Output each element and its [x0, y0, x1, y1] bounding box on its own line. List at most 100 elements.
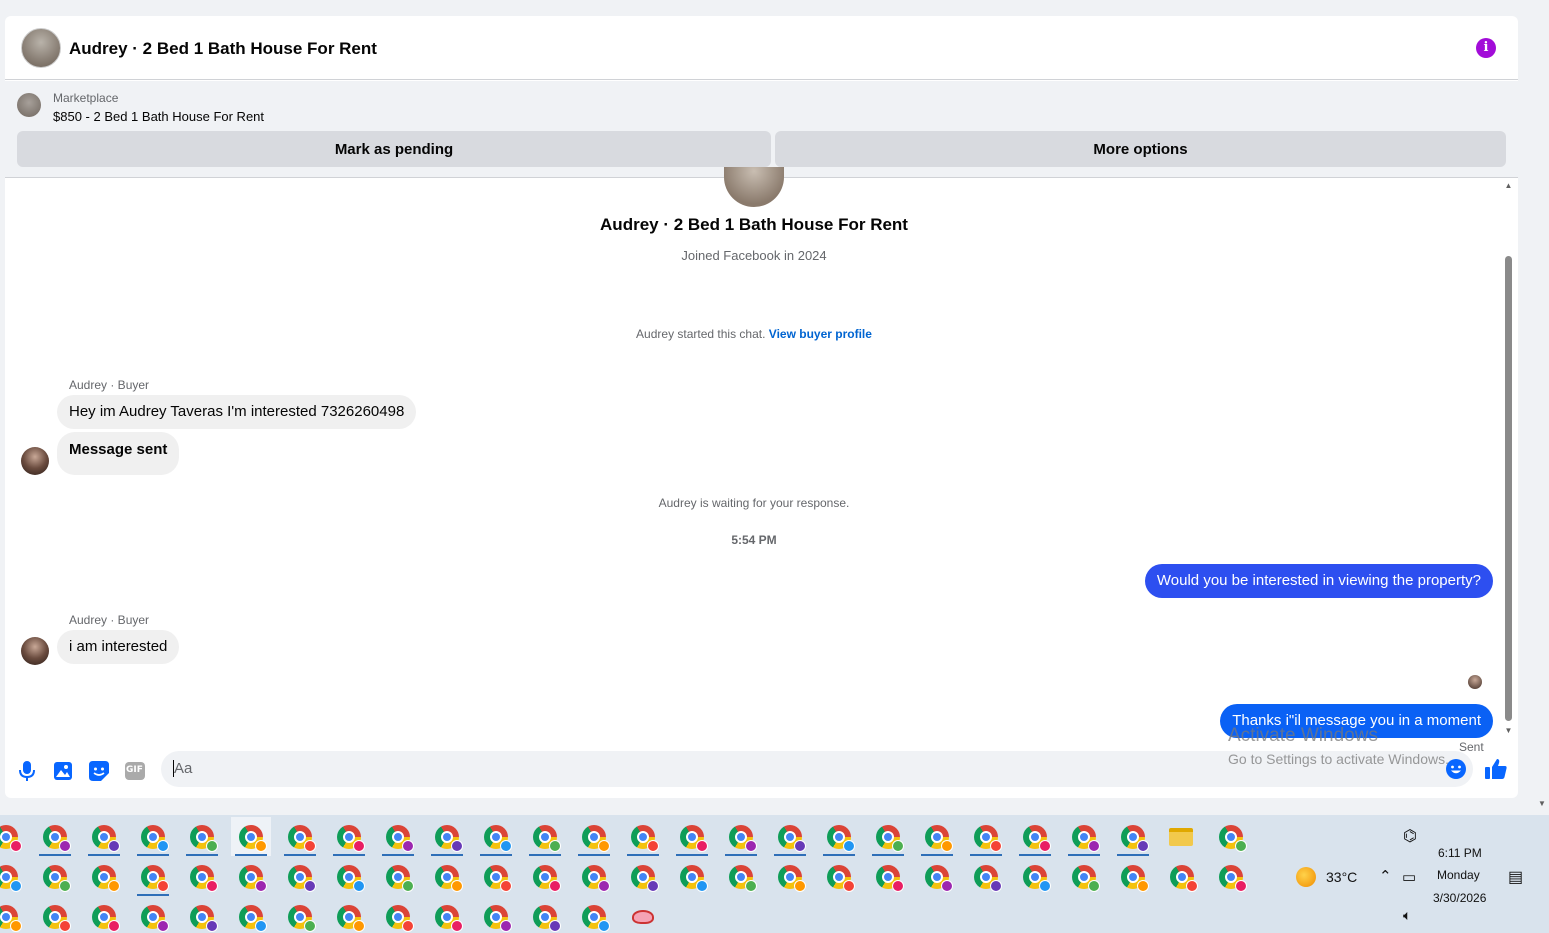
page-scroll-down-arrow-icon[interactable]: ▼ — [1538, 799, 1546, 808]
mark-as-pending-button[interactable]: Mark as pending — [17, 131, 771, 167]
scrollbar-thumb[interactable] — [1505, 256, 1512, 721]
chrome-browser-icon[interactable] — [427, 817, 467, 856]
chrome-browser-icon[interactable] — [0, 897, 26, 933]
chrome-browser-icon[interactable] — [770, 857, 810, 896]
chrome-browser-icon[interactable] — [917, 817, 957, 856]
microphone-icon[interactable] — [16, 760, 38, 782]
message-scrollbar[interactable]: ▲ ▼ — [1503, 181, 1514, 736]
chrome-browser-icon[interactable] — [1113, 817, 1153, 856]
chrome-browser-icon[interactable] — [525, 857, 565, 896]
chrome-browser-icon[interactable] — [574, 897, 614, 933]
chrome-browser-icon[interactable] — [476, 897, 516, 933]
chrome-browser-icon[interactable] — [280, 857, 320, 896]
chrome-browser-icon[interactable] — [1015, 857, 1055, 896]
more-options-button[interactable]: More options — [775, 131, 1506, 167]
app-icon[interactable] — [623, 897, 663, 933]
chrome-browser-icon[interactable] — [329, 857, 369, 896]
weather-icon[interactable] — [1296, 867, 1316, 887]
chrome-browser-icon[interactable] — [868, 857, 908, 896]
chrome-browser-icon[interactable] — [35, 897, 75, 933]
scroll-up-arrow-icon[interactable]: ▲ — [1504, 181, 1513, 190]
emoji-icon[interactable] — [1446, 759, 1466, 779]
profile-avatar[interactable] — [724, 167, 784, 207]
chrome-browser-icon[interactable] — [182, 817, 222, 856]
chrome-browser-icon[interactable] — [623, 817, 663, 856]
chrome-browser-icon[interactable] — [1064, 817, 1104, 856]
chrome-browser-icon[interactable] — [280, 897, 320, 933]
buyer-avatar[interactable] — [21, 637, 49, 665]
show-hidden-icons-chevron-icon[interactable]: ⌃ — [1379, 867, 1392, 885]
thumbs-up-icon[interactable] — [1484, 757, 1508, 781]
chrome-browser-icon[interactable] — [427, 857, 467, 896]
chrome-browser-icon[interactable] — [1015, 817, 1055, 856]
chrome-browser-icon[interactable] — [0, 857, 26, 896]
chrome-browser-icon[interactable] — [1211, 857, 1251, 896]
listing-price-title[interactable]: $850 - 2 Bed 1 Bath House For Rent — [53, 109, 264, 124]
chrome-browser-icon[interactable] — [378, 817, 418, 856]
chrome-browser-icon[interactable] — [525, 897, 565, 933]
chrome-browser-icon[interactable] — [35, 817, 75, 856]
chrome-browser-icon[interactable] — [1113, 857, 1153, 896]
chrome-browser-icon[interactable] — [819, 817, 859, 856]
chrome-browser-icon[interactable] — [35, 857, 75, 896]
chrome-browser-icon[interactable] — [182, 857, 222, 896]
chrome-browser-icon[interactable] — [329, 897, 369, 933]
chrome-browser-icon[interactable] — [672, 857, 712, 896]
gif-icon[interactable]: GIF — [124, 760, 146, 782]
chrome-browser-icon[interactable] — [966, 857, 1006, 896]
chrome-browser-icon[interactable] — [427, 897, 467, 933]
chat-title[interactable]: Audrey · 2 Bed 1 Bath House For Rent — [69, 39, 377, 59]
chrome-browser-icon[interactable] — [231, 817, 271, 856]
meet-now-icon[interactable]: ⌬ — [1403, 826, 1417, 846]
chrome-browser-icon[interactable] — [770, 817, 810, 856]
chrome-browser-icon[interactable] — [84, 817, 124, 856]
chrome-browser-icon[interactable] — [84, 857, 124, 896]
chrome-browser-icon[interactable] — [84, 897, 124, 933]
chrome-browser-icon[interactable] — [329, 817, 369, 856]
contact-avatar[interactable] — [21, 28, 61, 68]
buyer-avatar[interactable] — [21, 447, 49, 475]
chrome-browser-icon[interactable] — [231, 857, 271, 896]
chrome-browser-icon[interactable] — [966, 817, 1006, 856]
clock-date[interactable]: 3/30/2026 — [1433, 891, 1486, 905]
view-buyer-profile-link[interactable]: View buyer profile — [769, 327, 872, 341]
temperature-label[interactable]: 33°C — [1326, 869, 1357, 885]
chrome-browser-icon[interactable] — [231, 897, 271, 933]
image-icon[interactable] — [52, 760, 74, 782]
file-explorer-icon[interactable] — [1161, 817, 1201, 856]
chrome-browser-icon[interactable] — [133, 857, 173, 896]
chrome-browser-icon[interactable] — [819, 857, 859, 896]
scroll-down-arrow-icon[interactable]: ▼ — [1504, 726, 1513, 735]
chrome-browser-icon[interactable] — [378, 897, 418, 933]
chrome-browser-icon[interactable] — [182, 897, 222, 933]
chrome-browser-icon[interactable] — [476, 817, 516, 856]
clock-time[interactable]: 6:11 PM — [1438, 846, 1482, 860]
chrome-browser-icon[interactable] — [623, 857, 663, 896]
chrome-browser-icon[interactable] — [917, 857, 957, 896]
chrome-browser-icon[interactable] — [133, 897, 173, 933]
network-icon[interactable]: ▭ — [1402, 868, 1416, 886]
chrome-browser-icon[interactable] — [1162, 857, 1202, 896]
outgoing-message[interactable]: Would you be interested in viewing the p… — [1144, 564, 1493, 598]
chrome-browser-icon[interactable] — [476, 857, 516, 896]
volume-icon[interactable]: 🔈︎ — [1403, 907, 1411, 924]
chrome-browser-icon[interactable] — [721, 857, 761, 896]
chrome-browser-icon[interactable] — [133, 817, 173, 856]
chrome-browser-icon[interactable] — [1211, 817, 1251, 856]
chrome-browser-icon[interactable] — [525, 817, 565, 856]
sticker-icon[interactable] — [88, 760, 110, 782]
chrome-browser-icon[interactable] — [574, 857, 614, 896]
chrome-browser-icon[interactable] — [721, 817, 761, 856]
incoming-message[interactable]: Message sent — [57, 432, 180, 475]
chrome-browser-icon[interactable] — [672, 817, 712, 856]
chrome-browser-icon[interactable] — [574, 817, 614, 856]
listing-thumbnail[interactable] — [17, 93, 41, 117]
info-icon[interactable]: i — [1476, 38, 1496, 58]
chrome-browser-icon[interactable] — [1064, 857, 1104, 896]
clock-day[interactable]: Monday — [1437, 868, 1480, 882]
chrome-browser-icon[interactable] — [280, 817, 320, 856]
incoming-message[interactable]: i am interested — [57, 630, 180, 664]
notifications-icon[interactable]: ▤ — [1508, 867, 1523, 887]
chrome-browser-icon[interactable] — [378, 857, 418, 896]
chrome-browser-icon[interactable] — [0, 817, 26, 856]
